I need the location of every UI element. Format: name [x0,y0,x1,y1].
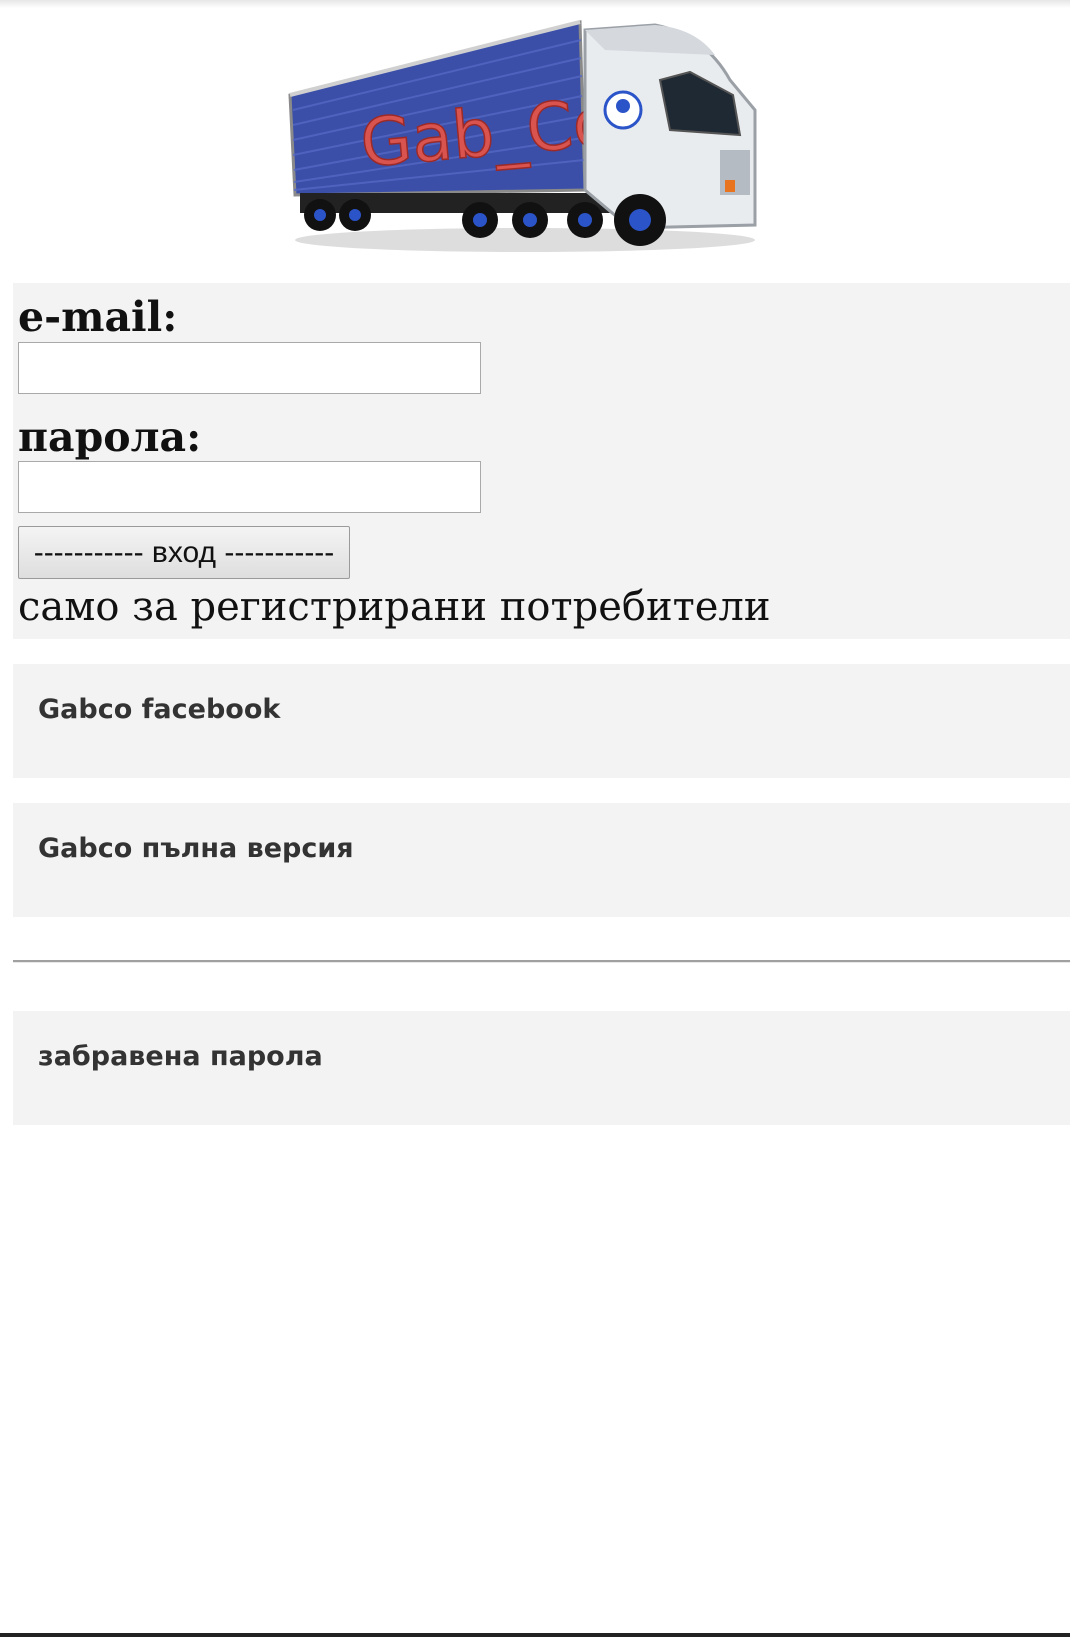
full-version-link-box[interactable]: Gabco пълна версия [13,803,1070,917]
email-field[interactable] [18,342,481,394]
divider [13,960,1070,963]
email-label: e-mail: [18,293,178,341]
password-label: парола: [18,413,202,461]
gabco-logo: Gab_Co [285,10,790,260]
facebook-link-box[interactable]: Gabco facebook [13,664,1070,778]
login-panel: e-mail: парола: ----------- вход -------… [13,283,1070,639]
password-field[interactable] [18,461,481,513]
registered-users-note: само за регистрирани потребители [18,584,771,630]
forgot-password-link-box[interactable]: забравена парола [13,1011,1070,1125]
forgot-password-link[interactable]: забравена парола [38,1041,323,1072]
bottom-edge [0,1633,1070,1637]
full-version-link[interactable]: Gabco пълна версия [38,833,354,864]
truck-logo-image: Gab_Co [288,20,757,252]
facebook-link[interactable]: Gabco facebook [38,694,280,725]
top-shadow [0,0,1070,8]
login-button[interactable]: ----------- вход ----------- [18,526,350,579]
